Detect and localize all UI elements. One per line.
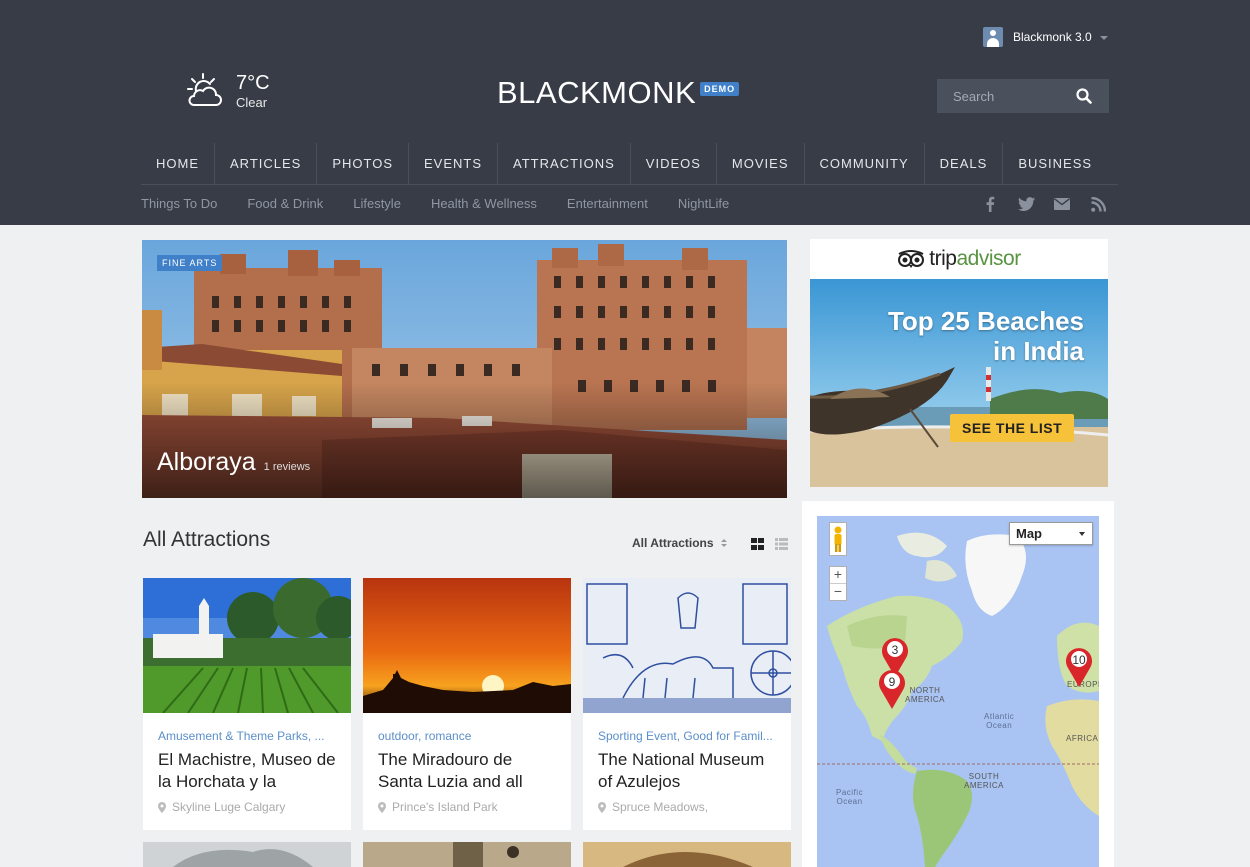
sort-arrows-icon [720, 539, 727, 547]
nav-item-business[interactable]: BUSINESS [1003, 143, 1107, 184]
nav-item-movies[interactable]: MOVIES [717, 143, 805, 184]
weather-widget: 7°C Clear [186, 72, 270, 112]
map-label-atlantic: Atlantic Ocean [984, 712, 1015, 730]
email-icon[interactable] [1053, 195, 1071, 213]
sub-nav: Things To Do Food & Drink Lifestyle Heal… [141, 196, 759, 211]
grid-view-icon[interactable] [751, 538, 764, 550]
search-icon [1076, 88, 1092, 104]
card-location: Skyline Luge Calgary [158, 800, 285, 814]
search-input[interactable] [937, 88, 1067, 104]
location-name: Skyline Luge Calgary [172, 800, 286, 814]
attraction-thumbnail [143, 578, 351, 713]
marker-label: 9 [888, 675, 896, 689]
weather-condition: Clear [236, 95, 268, 110]
site-logo[interactable]: BLACKMONK DEMO [497, 75, 740, 110]
nav-item-deals[interactable]: DEALS [925, 143, 1004, 184]
subnav-item-lifestyle[interactable]: Lifestyle [353, 196, 401, 211]
main-nav: HOME ARTICLES PHOTOS EVENTS ATTRACTIONS … [141, 143, 1118, 185]
user-name: Blackmonk 3.0 [1013, 30, 1092, 44]
social-links [981, 195, 1107, 213]
subnav-item-things-to-do[interactable]: Things To Do [141, 196, 217, 211]
attraction-card[interactable]: outdoor, romance The Miradouro de Santa … [363, 578, 571, 830]
card-title[interactable]: The Miradouro de Santa Luzia and all [378, 749, 558, 795]
search-box [937, 79, 1109, 113]
card-categories[interactable]: outdoor, romance [378, 729, 558, 743]
category-badge[interactable]: FINE ARTS [157, 255, 223, 271]
map-type-select[interactable]: Map [1009, 522, 1093, 545]
subnav-item-nightlife[interactable]: NightLife [678, 196, 729, 211]
demo-badge: DEMO [700, 82, 740, 96]
tripadvisor-logo: tripadvisor [929, 247, 1021, 270]
location-name: Prince's Island Park [392, 800, 498, 814]
partly-cloudy-icon [187, 73, 222, 106]
attraction-card-partial[interactable] [583, 842, 791, 867]
nav-item-events[interactable]: EVENTS [409, 143, 499, 184]
facebook-icon[interactable] [981, 195, 999, 213]
site-header: Blackmonk 3.0 7°C Clear BLACKMONK DEMO S… [0, 0, 1250, 225]
attraction-thumbnail [363, 578, 571, 713]
see-the-list-button[interactable]: SEE THE LIST [950, 414, 1075, 442]
nav-item-articles[interactable]: ARTICLES [215, 143, 318, 184]
attraction-card-partial[interactable] [363, 842, 571, 867]
attraction-card[interactable]: Amusement & Theme Parks, ... El Machistr… [143, 578, 351, 830]
card-categories[interactable]: Sporting Event, Good for Famil... [598, 729, 778, 743]
attraction-thumbnail [583, 578, 791, 713]
marker-label: 10 [1072, 653, 1086, 667]
map-label-africa: AFRICA [1066, 734, 1099, 743]
ad-headline: Top 25 Beaches in India [887, 306, 1084, 366]
location-pin-icon [378, 801, 386, 813]
featured-title[interactable]: Alboraya [157, 448, 256, 477]
card-title[interactable]: El Machistre, Museo de la Horchata y la [158, 749, 338, 795]
nav-item-attractions[interactable]: ATTRACTIONS [498, 143, 631, 184]
map-label-north-america: NORTH AMERICA [905, 686, 945, 704]
featured-attraction[interactable]: FINE ARTS Alboraya 1 reviews [142, 240, 787, 498]
twitter-icon[interactable] [1017, 195, 1035, 213]
tripadvisor-owl-icon [898, 250, 925, 268]
chevron-down-icon [1079, 532, 1085, 536]
card-location: Prince's Island Park [378, 800, 498, 814]
subnav-item-health-wellness[interactable]: Health & Wellness [431, 196, 537, 211]
card-location: Spruce Meadows, [598, 800, 708, 814]
map-label-pacific: Pacific Ocean [836, 788, 864, 806]
map-panel: NORTHAMERICA AtlanticOcean AFRICA EUROPE… [802, 501, 1114, 867]
user-avatar-icon [983, 27, 1003, 47]
marker-label: 3 [891, 643, 899, 657]
list-view-icon[interactable] [775, 538, 788, 550]
nav-item-photos[interactable]: PHOTOS [317, 143, 410, 184]
map-label-south-america: SOUTH AMERICA [964, 772, 1004, 790]
location-pin-icon [598, 801, 606, 813]
attraction-card-partial[interactable] [143, 842, 351, 867]
nav-item-community[interactable]: COMMUNITY [805, 143, 925, 184]
nav-item-videos[interactable]: VIDEOS [631, 143, 717, 184]
section-title: All Attractions [143, 528, 271, 551]
search-button[interactable] [1067, 79, 1101, 113]
attractions-map[interactable]: NORTHAMERICA AtlanticOcean AFRICA EUROPE… [817, 516, 1099, 867]
zoom-out-button[interactable]: − [830, 584, 846, 601]
attraction-card[interactable]: Sporting Event, Good for Famil... The Na… [583, 578, 791, 830]
world-map [817, 516, 1099, 867]
location-name: Spruce Meadows, [612, 800, 709, 814]
card-title[interactable]: The National Museum of Azulejos [598, 749, 778, 795]
zoom-in-button[interactable]: + [830, 567, 846, 584]
subnav-item-entertainment[interactable]: Entertainment [567, 196, 648, 211]
card-categories[interactable]: Amusement & Theme Parks, ... [158, 729, 338, 743]
nav-item-home[interactable]: HOME [141, 143, 215, 184]
rss-icon[interactable] [1089, 195, 1107, 213]
map-marker[interactable]: 9 [876, 666, 908, 710]
sort-dropdown[interactable]: All Attractions [632, 536, 727, 550]
sort-label: All Attractions [632, 536, 714, 550]
subnav-item-food-drink[interactable]: Food & Drink [247, 196, 323, 211]
user-menu[interactable]: Blackmonk 3.0 [983, 26, 1108, 48]
chevron-down-icon [1099, 36, 1108, 40]
logo-text: BLACKMONK [497, 75, 697, 110]
location-pin-icon [158, 801, 166, 813]
weather-temperature: 7°C [236, 72, 270, 94]
map-marker[interactable]: 10 [1063, 644, 1095, 688]
street-view-pegman-icon[interactable] [829, 522, 847, 556]
zoom-control: + − [829, 566, 847, 601]
tripadvisor-ad[interactable]: tripadvisor Top 25 Beaches in India SEE T… [810, 239, 1108, 487]
review-count: 1 reviews [263, 461, 311, 473]
